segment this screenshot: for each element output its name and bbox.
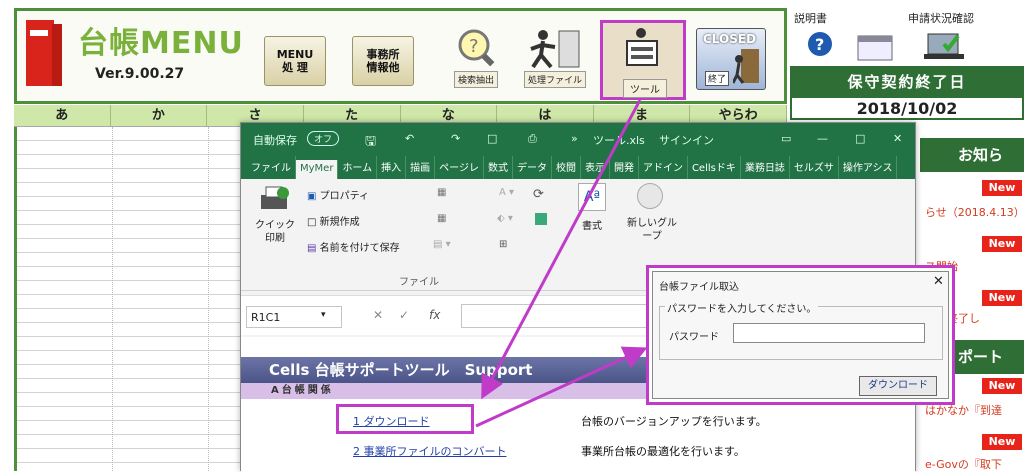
dialog-title: 台帳ファイル取込 [659, 282, 739, 293]
dialog-download-button[interactable]: ダウンロード [859, 376, 937, 396]
password-label: パスワード [669, 332, 719, 343]
arrow-tool-to-link [481, 99, 642, 400]
dialog-close-icon[interactable]: ✕ [933, 274, 944, 289]
dialog-body: 台帳ファイル取込 ✕ パスワードを入力してください。 パスワード ダウンロード [652, 271, 949, 399]
password-group-label: パスワードを入力してください。 [665, 300, 819, 315]
password-input[interactable] [733, 323, 925, 343]
password-dialog: 台帳ファイル取込 ✕ パスワードを入力してください。 パスワード ダウンロード [646, 265, 955, 405]
